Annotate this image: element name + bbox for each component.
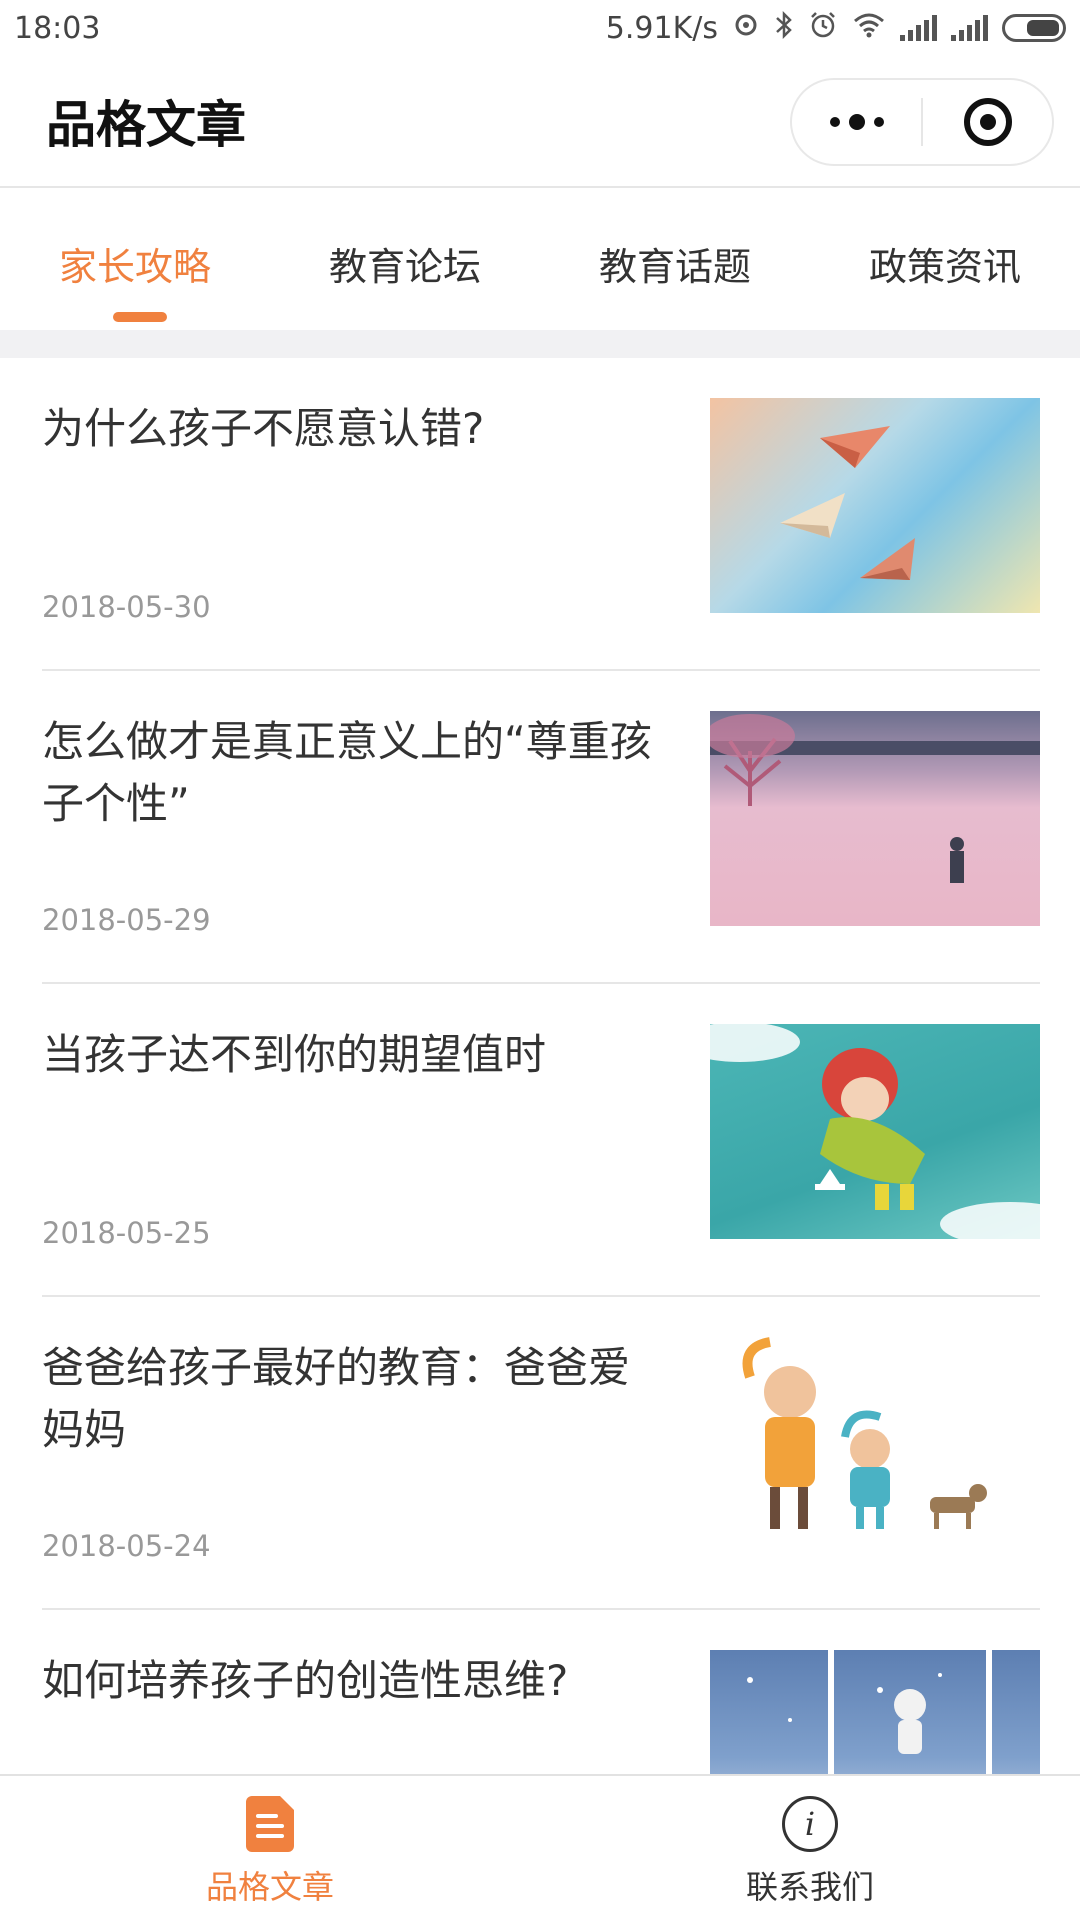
article-date: 2018-05-30 <box>42 590 211 624</box>
article-thumbnail <box>710 711 1040 926</box>
alarm-icon <box>808 10 838 47</box>
miniprogram-capsule <box>790 78 1054 166</box>
signal-icon-2 <box>951 15 988 41</box>
article-item[interactable]: 当孩子达不到你的期望值时 2018-05-25 <box>0 984 1080 1297</box>
tab-parent-guide[interactable]: 家长攻略 <box>0 188 270 330</box>
article-thumbnail <box>710 1337 1040 1552</box>
bottom-tab-articles[interactable]: 品格文章 <box>0 1776 540 1920</box>
article-thumbnail <box>710 1024 1040 1239</box>
section-divider-band <box>0 330 1080 358</box>
article-title: 爸爸给孩子最好的教育：爸爸爱妈妈 <box>42 1343 631 1454</box>
article-item[interactable]: 为什么孩子不愿意认错? 2018-05-30 <box>0 358 1080 671</box>
tab-education-topics[interactable]: 教育话题 <box>540 188 810 330</box>
sync-icon <box>732 11 760 46</box>
article-date: 2018-05-29 <box>42 903 211 937</box>
title-bar: 品格文章 <box>0 56 1080 188</box>
bottom-tab-label: 品格文章 <box>205 1868 334 1906</box>
signal-icon <box>900 15 937 41</box>
status-bar: 18:03 5.91K/s <box>0 0 1080 56</box>
tab-education-forum[interactable]: 教育论坛 <box>270 188 540 330</box>
net-speed: 5.91K/s <box>605 10 718 46</box>
active-tab-indicator <box>113 312 167 322</box>
bottom-tab-label: 联系我们 <box>745 1868 874 1906</box>
bottom-tab-bar: 品格文章 i 联系我们 <box>0 1774 1080 1920</box>
bluetooth-icon <box>774 10 794 47</box>
article-item[interactable]: 怎么做才是真正意义上的“尊重孩子个性” 2018-05-29 <box>0 671 1080 984</box>
status-time: 18:03 <box>14 10 101 46</box>
info-icon: i <box>782 1796 838 1852</box>
more-button[interactable] <box>792 80 921 164</box>
target-icon <box>963 98 1012 146</box>
document-icon <box>246 1796 294 1852</box>
article-date: 2018-05-25 <box>42 1216 211 1250</box>
category-tabs: 家长攻略 教育论坛 教育话题 政策资讯 <box>0 188 1080 330</box>
article-title: 为什么孩子不愿意认错? <box>42 404 485 453</box>
article-item[interactable]: 爸爸给孩子最好的教育：爸爸爱妈妈 2018-05-24 <box>0 1297 1080 1610</box>
article-date: 2018-05-24 <box>42 1529 211 1563</box>
tab-policy-news[interactable]: 政策资讯 <box>810 188 1080 330</box>
article-title: 当孩子达不到你的期望值时 <box>42 1030 547 1079</box>
article-title: 如何培养孩子的创造性思维? <box>42 1656 569 1705</box>
article-title: 怎么做才是真正意义上的“尊重孩子个性” <box>42 717 652 828</box>
page-title: 品格文章 <box>46 96 246 154</box>
article-thumbnail <box>710 398 1040 613</box>
status-indicators: 5.91K/s <box>606 10 1066 47</box>
battery-icon <box>1002 14 1066 42</box>
bottom-tab-contact[interactable]: i 联系我们 <box>540 1776 1080 1920</box>
close-button[interactable] <box>923 80 1052 164</box>
wifi-icon <box>852 11 886 46</box>
